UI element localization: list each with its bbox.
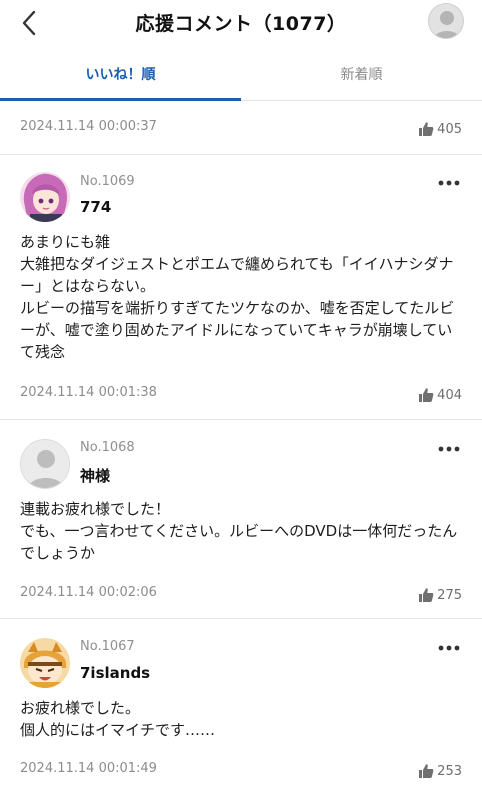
more-options-icon[interactable] (438, 445, 460, 453)
comment-item: No.1067 7islands お疲れ様でした。 個人的にはイマイチです…… … (0, 619, 482, 800)
comment-username: 774 (80, 198, 112, 216)
tab-sort-newest-label: 新着順 (340, 67, 383, 83)
like-count: 404 (437, 387, 462, 403)
comment-timestamp: 2024.11.14 00:00:37 (20, 119, 157, 134)
like-button[interactable]: 404 (418, 385, 462, 405)
comment-item: No.1069 774 あまりにも雑 大雑把なダイジェストとポエムで纏められても… (0, 155, 482, 419)
comment-body: あまりにも雑 大雑把なダイジェストとポエムで纏められても「イイハナシダナー」とは… (20, 233, 455, 361)
thumbs-up-icon (419, 388, 434, 402)
thumbs-up-icon (419, 588, 434, 602)
comment-meta-row: 2024.11.14 00:01:38 404 (0, 385, 482, 405)
comment-timestamp: 2024.11.14 00:02:06 (20, 585, 157, 600)
default-user-avatar (20, 439, 70, 489)
like-button[interactable]: 275 (418, 585, 462, 605)
tab-sort-newest[interactable]: 新着順 (241, 50, 482, 100)
comment-number: No.1068 (80, 440, 135, 455)
more-options-icon[interactable] (438, 644, 460, 652)
comment-body: お疲れ様でした。 個人的にはイマイチです…… (20, 699, 216, 739)
anime-girl-avatar (20, 172, 70, 222)
comment-body: 連載お疲れ様でした！ でも、一つ言わせてください。ルビーへのDVDは一体何だった… (20, 500, 458, 562)
thumbs-up-icon (419, 122, 434, 136)
anime-character-avatar (20, 638, 70, 688)
like-count: 405 (437, 121, 462, 137)
like-button[interactable]: 405 (418, 119, 462, 139)
more-options-icon[interactable] (438, 179, 460, 187)
comment-meta-row: 2024.11.14 00:00:37 405 (0, 119, 482, 139)
active-tab-indicator (0, 98, 241, 101)
comment-username: 7islands (80, 664, 151, 682)
page-title: 応援コメント（1077） (135, 13, 347, 35)
like-button[interactable]: 253 (418, 761, 462, 781)
comment-timestamp: 2024.11.14 00:01:38 (20, 385, 157, 400)
like-count: 253 (437, 763, 462, 779)
comment-meta-row: 2024.11.14 00:02:06 275 (0, 585, 482, 605)
comment-item: No.1068 神様 連載お疲れ様でした！ でも、一つ言わせてください。ルビーへ… (0, 420, 482, 618)
comment-username: 神様 (80, 467, 111, 485)
like-count: 275 (437, 587, 462, 603)
header-bar: 応援コメント（1077） (0, 0, 482, 46)
sort-tabs: いいね！順 新着順 (0, 50, 482, 101)
tab-sort-likes[interactable]: いいね！順 (0, 50, 241, 101)
user-avatar-icon[interactable] (428, 3, 464, 39)
comment-number: No.1069 (80, 174, 135, 189)
comment-timestamp: 2024.11.14 00:01:49 (20, 761, 157, 776)
comment-meta-row: 2024.11.14 00:01:49 253 (0, 761, 482, 781)
comment-number: No.1067 (80, 639, 135, 654)
tab-sort-likes-label: いいね！順 (85, 67, 156, 83)
thumbs-up-icon (419, 764, 434, 778)
